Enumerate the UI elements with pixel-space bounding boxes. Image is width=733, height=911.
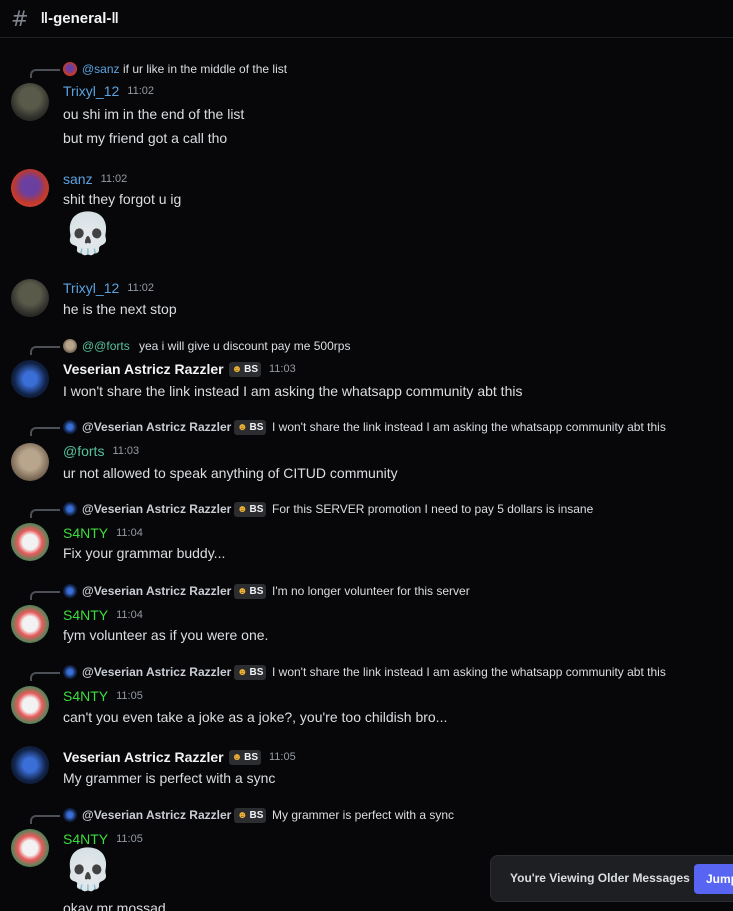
avatar[interactable] (11, 746, 49, 784)
reply-text: yea i will give u discount pay me 500rps (139, 339, 351, 353)
message-content: okay mr mossad (63, 900, 166, 911)
channel-name[interactable]: ‖-general-‖ (41, 10, 119, 27)
message-content: can't you even take a joke as a joke?, y… (63, 709, 448, 725)
message-timestamp: 11:04 (116, 527, 143, 539)
reply-author[interactable]: @Veserian Astricz Razzler (82, 808, 231, 822)
reply-avatar (63, 665, 77, 679)
older-messages-bar: You're Viewing Older Messages Jump (490, 855, 733, 902)
message-timestamp: 11:03 (269, 363, 296, 375)
server-tag-badge[interactable]: ☻ BS (234, 807, 267, 823)
message-feed[interactable]: @sanz if ur like in the middle of the li… (0, 39, 733, 911)
reply-text: if ur like in the middle of the list (123, 62, 288, 76)
channel-header: # ‖-general-‖ (0, 0, 733, 38)
reply-avatar (63, 62, 77, 76)
reply-avatar (63, 420, 77, 434)
message-timestamp: 11:05 (116, 833, 143, 845)
reply-avatar (63, 339, 77, 353)
server-tag-badge[interactable]: ☻ BS (234, 583, 267, 599)
message-timestamp: 11:04 (116, 609, 143, 621)
message-content: fym volunteer as if you were one. (63, 627, 269, 643)
tag-icon: ☻ (237, 809, 248, 821)
message-timestamp: 11:02 (100, 173, 128, 185)
message-author[interactable]: sanz (63, 171, 93, 187)
server-tag-badge[interactable]: ☻ BS (228, 749, 261, 765)
reply-text: I'm no longer volunteer for this server (272, 584, 470, 598)
avatar[interactable] (11, 279, 49, 317)
avatar[interactable] (11, 686, 49, 724)
tag-icon: ☻ (237, 421, 248, 433)
message-author[interactable]: S4NTY (63, 607, 108, 623)
reply-text: I won't share the link instead I am aski… (272, 420, 666, 434)
tag-icon: ☻ (231, 751, 243, 763)
message-content: he is the next stop (63, 301, 177, 317)
avatar[interactable] (11, 83, 49, 121)
reply-connector (30, 346, 60, 355)
hashtag-icon: # (11, 6, 29, 31)
message-timestamp: 11:02 (127, 85, 154, 97)
reply-avatar (63, 584, 77, 598)
avatar[interactable] (11, 443, 49, 481)
message-author[interactable]: @forts (63, 443, 104, 459)
tag-icon: ☻ (231, 363, 243, 375)
reply-avatar (63, 502, 77, 516)
reply-text: My grammer is perfect with a sync (272, 808, 455, 822)
message-author[interactable]: S4NTY (63, 688, 108, 704)
reply-author[interactable]: @@forts (82, 339, 130, 353)
reply-connector (30, 427, 60, 436)
older-messages-text: You're Viewing Older Messages (510, 871, 690, 885)
message-content: ou shi im in the end of the list (63, 106, 245, 122)
message-author[interactable]: Veserian Astricz Razzler (63, 361, 224, 377)
message-author[interactable]: Trixyl_12 (63, 83, 119, 99)
message-content: My grammer is perfect with a sync (63, 770, 276, 786)
reply-connector (30, 591, 60, 600)
message-author[interactable]: S4NTY (63, 525, 108, 541)
server-tag-badge[interactable]: ☻ BS (234, 664, 267, 680)
server-tag-badge[interactable]: ☻ BS (234, 419, 267, 435)
jump-to-present-button[interactable]: Jump (694, 864, 733, 894)
message-content: shit they forgot u ig (63, 191, 182, 207)
message-timestamp: 11:02 (127, 282, 154, 294)
reply-author[interactable]: @Veserian Astricz Razzler (82, 584, 231, 598)
reply-author[interactable]: @Veserian Astricz Razzler (82, 420, 231, 434)
server-tag-badge[interactable]: ☻ BS (234, 501, 267, 517)
reply-author[interactable]: @Veserian Astricz Razzler (82, 502, 231, 516)
reply-avatar (63, 808, 77, 822)
message-content: I won't share the link instead I am aski… (63, 383, 523, 399)
reply-author[interactable]: @Veserian Astricz Razzler (82, 665, 231, 679)
avatar[interactable] (11, 360, 49, 398)
reply-connector (30, 815, 60, 824)
message-timestamp: 11:03 (112, 445, 140, 457)
avatar[interactable] (11, 169, 49, 207)
message-author[interactable]: Veserian Astricz Razzler (63, 749, 224, 765)
message-content: but my friend got a call tho (63, 130, 228, 146)
tag-icon: ☻ (237, 585, 248, 597)
reply-text: I won't share the link instead I am aski… (272, 665, 666, 679)
message-content: ur not allowed to speak anything of CITU… (63, 465, 398, 481)
message-author[interactable]: S4NTY (63, 831, 108, 847)
avatar[interactable] (11, 605, 49, 643)
reply-text: For this SERVER promotion I need to pay … (272, 502, 594, 516)
tag-icon: ☻ (237, 503, 248, 515)
reply-connector (30, 509, 60, 518)
server-tag-badge[interactable]: ☻ BS (228, 361, 261, 377)
avatar[interactable] (11, 829, 49, 867)
tag-icon: ☻ (237, 666, 248, 678)
avatar[interactable] (11, 523, 49, 561)
skull-emoji[interactable]: 💀 (63, 847, 113, 893)
reply-connector (30, 69, 60, 78)
message-content: Fix your grammar buddy... (63, 545, 226, 561)
reply-author[interactable]: @sanz (82, 62, 120, 76)
message-timestamp: 11:05 (269, 751, 296, 763)
message-author[interactable]: Trixyl_12 (63, 280, 119, 296)
reply-connector (30, 672, 60, 681)
message-timestamp: 11:05 (116, 690, 143, 702)
skull-emoji[interactable]: 💀 (63, 211, 113, 257)
